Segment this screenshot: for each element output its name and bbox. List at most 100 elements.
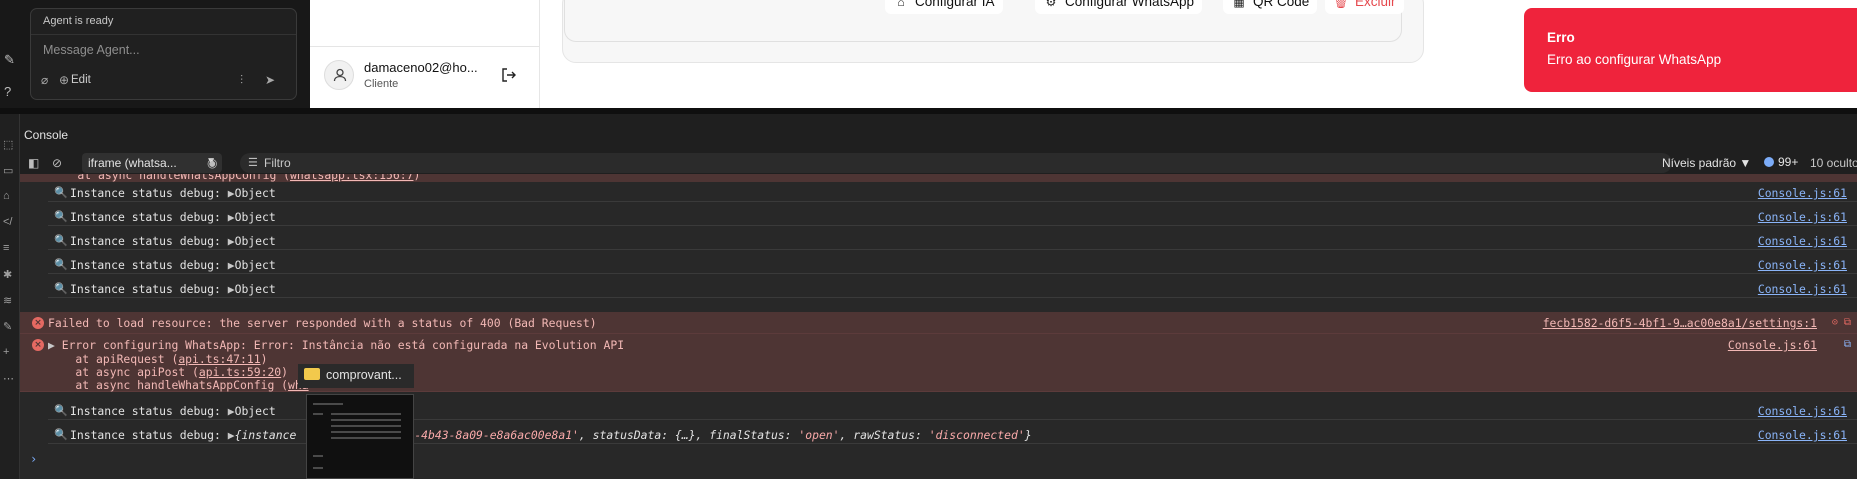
configure-whatsapp-button[interactable]: ⚙ Configurar WhatsApp bbox=[1035, 0, 1203, 14]
stack-line: at apiRequest (api.ts:47:11) bbox=[48, 352, 268, 366]
delete-button[interactable]: 🗑 Excluir bbox=[1325, 0, 1404, 14]
trash-icon: 🗑 bbox=[1333, 0, 1349, 9]
expand-icon[interactable]: ▶ bbox=[228, 210, 235, 224]
send-icon[interactable]: ➤ bbox=[265, 73, 275, 87]
search-icon: 🔍 bbox=[54, 404, 68, 417]
hidden-count: 10 oculto bbox=[1810, 156, 1857, 170]
brush-icon[interactable]: ✎ bbox=[3, 320, 12, 333]
configure-whatsapp-label: Configurar WhatsApp bbox=[1065, 0, 1195, 9]
filter-input[interactable]: ☰ Filtro bbox=[240, 153, 1672, 173]
error-text: ▶ Error configuring WhatsApp: Error: Ins… bbox=[48, 338, 625, 352]
wifi-icon[interactable]: ≋ bbox=[3, 294, 12, 307]
expand-icon[interactable]: ▶ bbox=[228, 282, 235, 296]
sources-icon[interactable]: ⌂ bbox=[3, 190, 10, 202]
toast-title: Erro bbox=[1547, 30, 1575, 45]
more-icon[interactable]: ⋯ bbox=[3, 372, 14, 385]
source-link[interactable]: api.ts:47:11 bbox=[178, 352, 260, 366]
bug-icon[interactable]: ✱ bbox=[3, 268, 12, 281]
agent-panel: ✎ ? Agent is ready Message Agent... ⌀ ⊕ … bbox=[0, 0, 310, 108]
copy-icon[interactable]: ⧉ bbox=[1844, 339, 1851, 350]
avatar[interactable] bbox=[324, 60, 354, 90]
configure-ai-label: Configurar IA bbox=[915, 0, 995, 9]
error-text: Failed to load resource: the server resp… bbox=[48, 316, 597, 330]
source-link[interactable]: Console.js:61 bbox=[1758, 258, 1847, 272]
agent-edit-button[interactable]: Edit bbox=[71, 74, 91, 86]
expand-icon[interactable]: ▶ bbox=[48, 338, 55, 352]
expand-icon[interactable]: ▶ bbox=[228, 186, 235, 200]
attach-icon[interactable]: ⌀ bbox=[41, 73, 48, 87]
stack-line: at async handleWhatsAppConfig (wha bbox=[48, 378, 308, 392]
code-icon[interactable]: </ bbox=[3, 216, 12, 228]
console-error-row: × ▶ Error configuring WhatsApp: Error: I… bbox=[20, 334, 1857, 392]
source-link[interactable]: Console.js:61 bbox=[1758, 404, 1847, 418]
folder-icon bbox=[304, 368, 320, 380]
devtools-title[interactable]: Console bbox=[24, 128, 68, 142]
sidebar-toggle-icon[interactable]: ◧ bbox=[28, 156, 39, 170]
error-toast[interactable]: Erro Erro ao configurar WhatsApp bbox=[1524, 8, 1857, 92]
filter-placeholder: Filtro bbox=[264, 156, 291, 170]
search-icon: 🔍 bbox=[54, 282, 68, 295]
stack-line: at async apiPost (api.ts:59:20) bbox=[48, 365, 289, 379]
edit-mode-icon[interactable]: ⊕ bbox=[59, 73, 69, 87]
sliders-icon[interactable]: ⫶ bbox=[240, 73, 243, 88]
source-link[interactable]: api.ts:59:20 bbox=[199, 365, 281, 379]
source-link[interactable]: fecb1582-d6f5-4bf1-9…ac00e8a1/settings:1 bbox=[1543, 316, 1817, 330]
expand-icon[interactable]: ▶ bbox=[228, 234, 235, 248]
instance-card-inner: ⌂ Configurar IA ⚙ Configurar WhatsApp ▦ QR … bbox=[564, 0, 1404, 42]
user-role: Cliente bbox=[364, 78, 399, 90]
console-log-row: 🔍 Instance status debug: ▶Object Console… bbox=[48, 182, 1857, 202]
agent-status: Agent is ready bbox=[31, 9, 296, 35]
gear-icon: ⚙ bbox=[1045, 0, 1057, 9]
network-error-icons[interactable]: ⊙ ⧉ bbox=[1832, 317, 1851, 328]
configure-ai-button[interactable]: ⌂ Configurar IA bbox=[885, 0, 1003, 14]
drag-thumbnail bbox=[306, 394, 414, 479]
search-icon: 🔍 bbox=[54, 428, 68, 441]
user-icon bbox=[333, 68, 347, 82]
levels-dropdown[interactable]: Níveis padrão ▼ bbox=[1662, 156, 1751, 170]
expand-icon[interactable]: ▶ bbox=[228, 428, 235, 442]
qr-code-icon: ▦ bbox=[1233, 0, 1245, 9]
issues-icon bbox=[1764, 157, 1774, 167]
context-select-value: iframe (whatsa... bbox=[88, 156, 177, 170]
bot-icon: ⌂ bbox=[897, 0, 905, 9]
agent-message-input[interactable]: Message Agent... bbox=[43, 43, 140, 57]
network-icon[interactable]: ≡ bbox=[3, 242, 9, 254]
context-select[interactable]: iframe (whatsa... ▼ bbox=[82, 153, 222, 173]
log-text: Instance status debug: ▶Object bbox=[70, 404, 276, 418]
source-link[interactable]: Console.js:61 bbox=[1758, 186, 1847, 200]
divider bbox=[310, 46, 539, 47]
source-link[interactable]: Console.js:61 bbox=[1728, 338, 1817, 352]
source-link[interactable]: Console.js:61 bbox=[1758, 428, 1847, 442]
plus-icon[interactable]: + bbox=[3, 346, 9, 358]
issues-count: 99+ bbox=[1778, 155, 1799, 169]
panel-divider[interactable] bbox=[0, 108, 1857, 114]
qr-code-button[interactable]: ▦ QR Code bbox=[1223, 0, 1318, 14]
agent-chat-box: Agent is ready Message Agent... ⌀ ⊕ Edit… bbox=[30, 8, 297, 100]
expand-icon[interactable]: ▶ bbox=[228, 404, 235, 418]
log-text: Instance status debug: ▶Object bbox=[70, 258, 276, 272]
source-link[interactable]: Console.js:61 bbox=[1758, 210, 1847, 224]
console-error-row: × Failed to load resource: the server re… bbox=[20, 312, 1857, 334]
drag-file-name: comprovant... bbox=[326, 368, 402, 382]
eye-icon[interactable]: ◉ bbox=[207, 156, 217, 170]
expand-icon[interactable]: ▶ bbox=[228, 258, 235, 272]
toast-message: Erro ao configurar WhatsApp bbox=[1547, 52, 1722, 67]
console-output[interactable]: at async handleWhatsAppConfig (whatsapp.… bbox=[20, 174, 1857, 479]
source-link[interactable]: whatsapp.tsx:156:7 bbox=[290, 174, 413, 182]
issues-badge[interactable]: 99+ bbox=[1764, 155, 1798, 169]
clear-console-icon[interactable]: ⊘ bbox=[52, 156, 62, 170]
help-icon[interactable]: ? bbox=[4, 84, 11, 99]
pen-icon[interactable]: ✎ bbox=[4, 52, 15, 68]
source-link[interactable]: Console.js:61 bbox=[1758, 282, 1847, 296]
sidebar-user-section: damaceno02@ho... Cliente bbox=[310, 0, 540, 108]
drag-file-label: comprovant... bbox=[298, 364, 414, 388]
stack-line: at async handleWhatsAppConfig (whatsapp.… bbox=[50, 174, 420, 182]
elements-icon[interactable]: ⬚ bbox=[3, 138, 13, 151]
user-email: damaceno02@ho... bbox=[364, 60, 478, 75]
search-icon: 🔍 bbox=[54, 186, 68, 199]
source-link[interactable]: Console.js:61 bbox=[1758, 234, 1847, 248]
logout-icon[interactable] bbox=[500, 66, 518, 84]
console-log-row: 🔍 Instance status debug: ▶Object Console… bbox=[48, 230, 1857, 250]
console-prompt-icon[interactable]: › bbox=[30, 452, 37, 466]
console-icon[interactable]: ▭ bbox=[3, 164, 13, 177]
